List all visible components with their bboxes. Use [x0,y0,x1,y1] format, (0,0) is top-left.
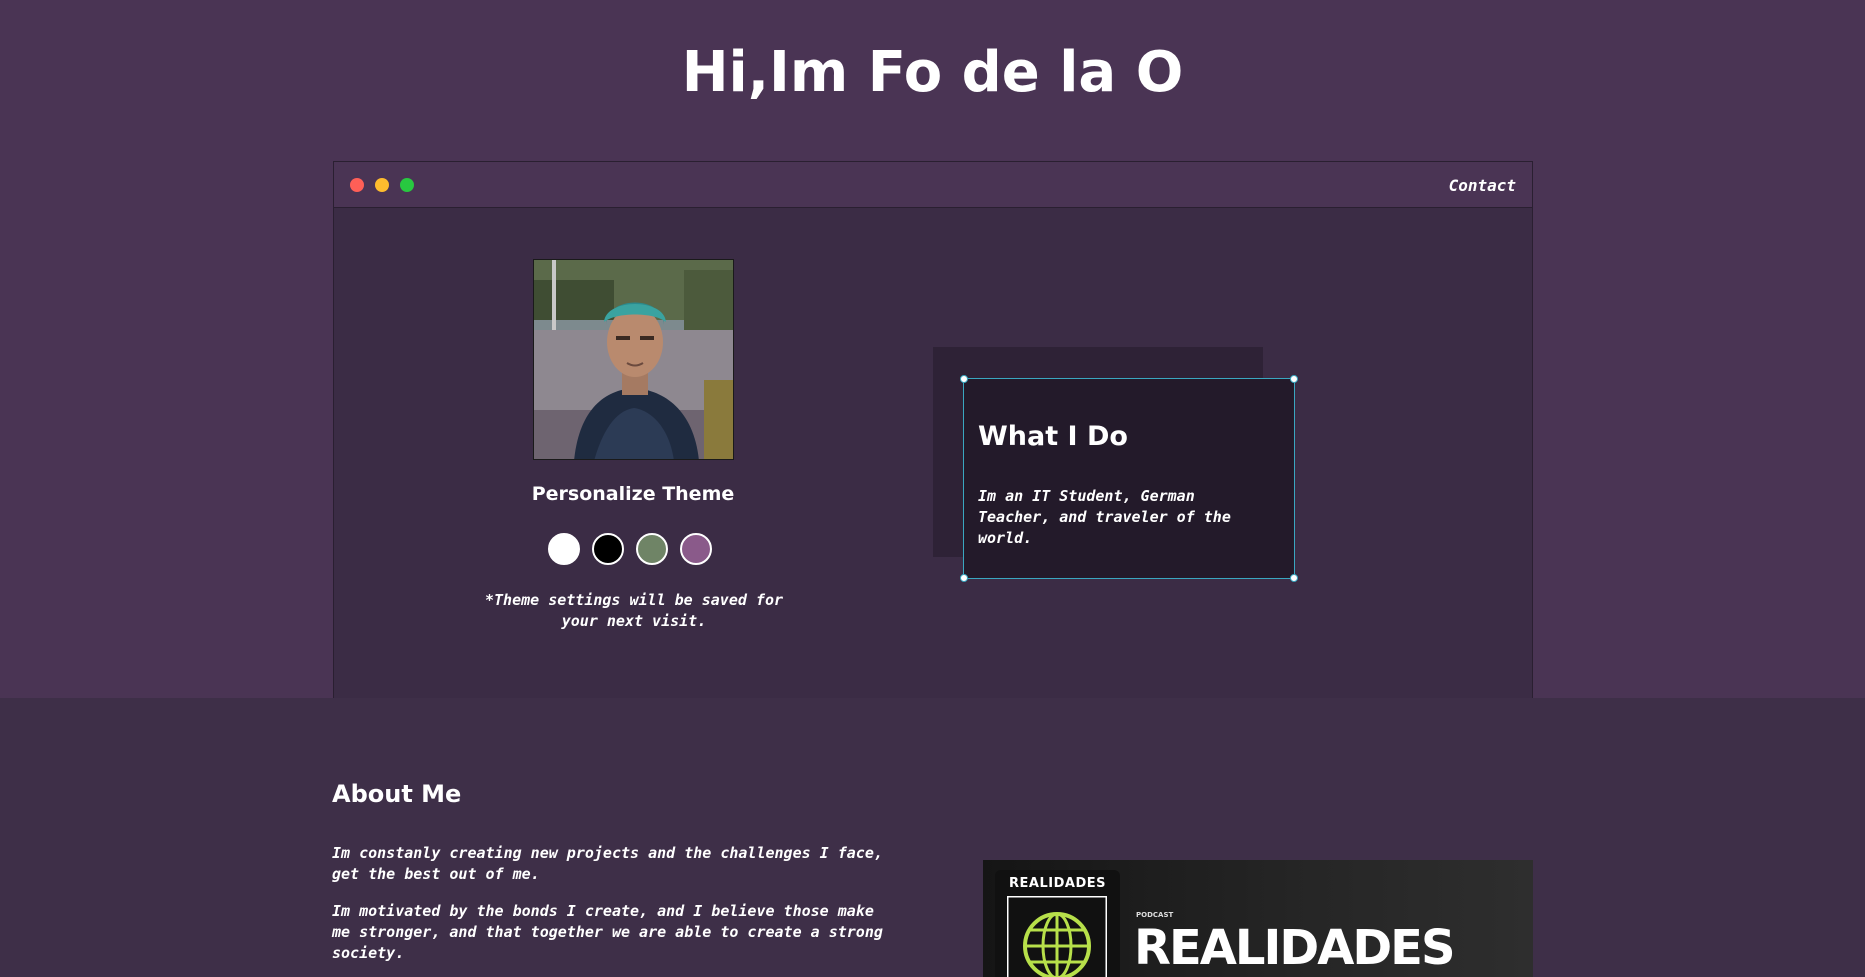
resize-handle-top-right[interactable] [1290,375,1298,383]
theme-swatch-purple[interactable] [680,533,712,565]
about-paragraph: Im motivated by the bonds I create, and … [332,902,883,962]
profile-photo [533,259,734,460]
podcast-logo: REALIDADES [995,870,1120,977]
about-paragraph: Im constanly creating new projects and t… [332,844,883,883]
about-heading: About Me [332,780,462,808]
maximize-dot-icon [400,178,414,192]
resize-handle-top-left[interactable] [960,375,968,383]
resize-handle-bottom-right[interactable] [1290,574,1298,582]
what-i-do-heading: What I Do [978,421,1128,452]
podcast-banner[interactable]: REALIDADES PODCAST REALIDADES [983,860,1533,977]
podcast-label: PODCAST [1136,911,1174,919]
personalize-theme-heading: Personalize Theme [531,483,735,505]
hero-section: Hi,Im Fo de la O Contact Personalize The… [0,0,1865,698]
theme-note: *Theme settings will be saved for your n… [484,591,783,630]
theme-swatch-white[interactable] [548,533,580,565]
minimize-dot-icon [375,178,389,192]
theme-swatch-black[interactable] [592,533,624,565]
contact-link[interactable]: Contact [1449,176,1516,195]
page-title: Hi,Im Fo de la O [681,40,1184,105]
theme-swatch-green[interactable] [636,533,668,565]
globe-icon [1007,896,1107,977]
resize-handle-bottom-left[interactable] [960,574,968,582]
what-i-do-text: Im an IT Student, German Teacher, and tr… [978,487,1231,547]
close-dot-icon [350,178,364,192]
podcast-name: REALIDADES [1134,920,1456,976]
podcast-logo-text: REALIDADES [1009,876,1106,891]
browser-window: Contact Personalize Theme *Theme setting… [333,161,1533,698]
portrait-image [534,260,733,459]
what-i-do-card: What I Do Im an IT Student, German Teach… [960,375,1298,582]
window-title-bar: Contact [334,162,1532,208]
